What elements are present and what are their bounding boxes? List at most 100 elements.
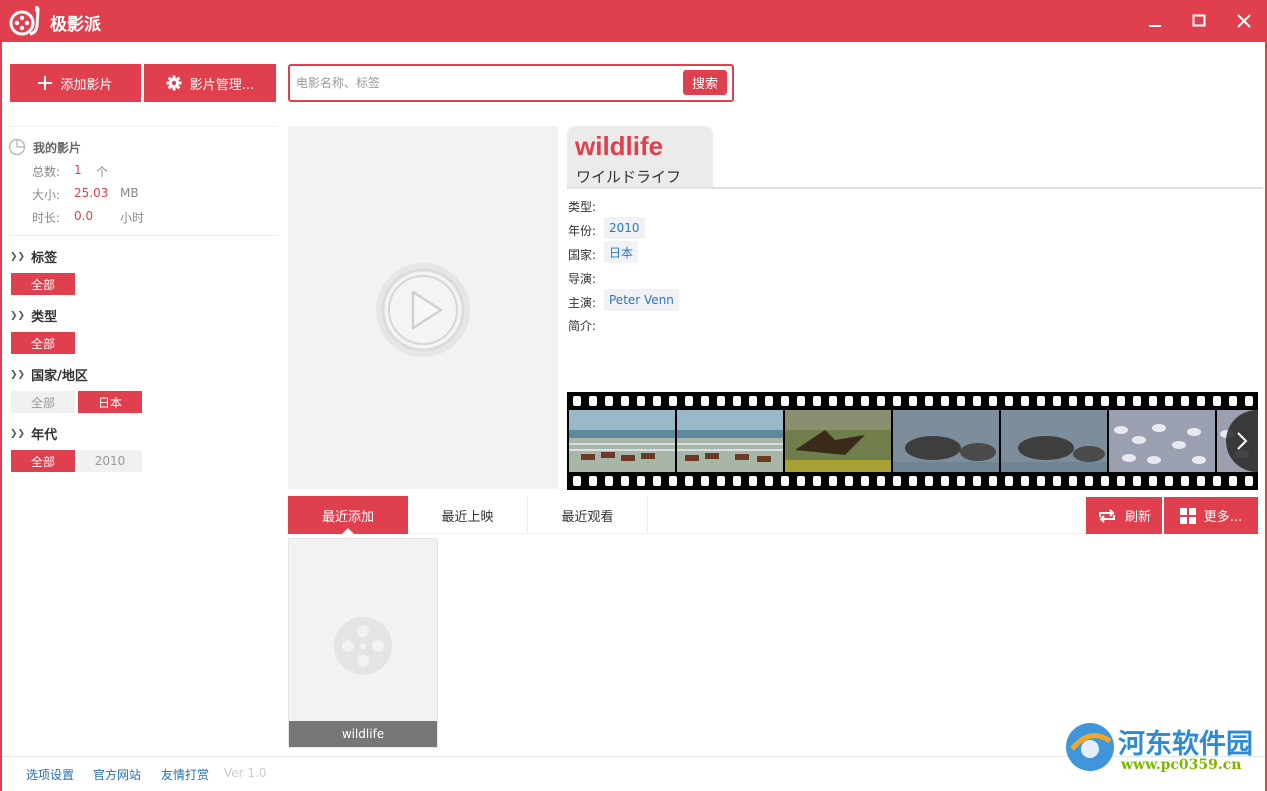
- settings-link[interactable]: 选项设置: [26, 766, 74, 783]
- film-hole: [1149, 396, 1157, 406]
- frame-thumbnail[interactable]: [677, 410, 783, 472]
- film-hole: [1165, 476, 1173, 486]
- title-underline: [567, 187, 1263, 189]
- film-hole: [1037, 396, 1045, 406]
- film-holes-top: [567, 394, 1258, 408]
- film-hole: [797, 476, 805, 486]
- gear-icon: [166, 75, 182, 91]
- film-hole: [765, 476, 773, 486]
- movie-title: wildlife: [575, 131, 664, 161]
- frame-thumbnail[interactable]: [569, 410, 675, 472]
- film-hole: [861, 396, 869, 406]
- director-label: 导演:: [568, 272, 597, 286]
- filter-type-heading[interactable]: ❯❯ 类型: [10, 306, 57, 325]
- minimize-icon: [1149, 25, 1161, 27]
- frame-thumbnail[interactable]: [1109, 410, 1215, 472]
- movie-poster[interactable]: [288, 126, 558, 489]
- film-hole: [1133, 476, 1141, 486]
- filter-tags-heading[interactable]: ❯❯ 标签: [10, 247, 57, 266]
- film-hole: [1181, 476, 1189, 486]
- film-hole: [1149, 476, 1157, 486]
- year-label: 年份:: [568, 224, 597, 238]
- filter-year-2010[interactable]: 2010: [78, 450, 142, 472]
- more-label: 更多...: [1203, 510, 1243, 525]
- watermark-name: 河东软件园: [1118, 729, 1253, 760]
- more-button[interactable]: 更多...: [1164, 497, 1258, 534]
- movie-title-tab: wildlife ワイルドライフ: [567, 126, 713, 188]
- tab-recently-released[interactable]: 最近上映: [408, 496, 528, 534]
- film-hole: [749, 396, 757, 406]
- film-hole: [621, 396, 629, 406]
- film-hole: [1197, 396, 1205, 406]
- search-input[interactable]: [296, 73, 676, 93]
- film-hole: [1069, 476, 1077, 486]
- stat-total: 总数: 1 个: [32, 163, 109, 179]
- film-hole: [941, 476, 949, 486]
- manage-movies-button[interactable]: 影片管理...: [144, 64, 276, 102]
- filter-country-all[interactable]: 全部: [11, 391, 75, 413]
- website-link[interactable]: 官方网站: [93, 766, 141, 783]
- film-reel-icon: [334, 617, 392, 675]
- country-value[interactable]: 日本: [604, 241, 639, 263]
- film-hole: [861, 476, 869, 486]
- film-hole: [701, 396, 709, 406]
- version-label: Ver 1.0: [224, 766, 267, 780]
- film-hole: [637, 476, 645, 486]
- film-hole: [637, 396, 645, 406]
- film-hole: [573, 396, 581, 406]
- film-hole: [765, 396, 773, 406]
- film-hole: [653, 476, 661, 486]
- tab-recently-watched[interactable]: 最近观看: [528, 496, 648, 534]
- year-value[interactable]: 2010: [604, 217, 645, 239]
- film-hole: [989, 396, 997, 406]
- film-hole: [589, 396, 597, 406]
- film-hole: [829, 396, 837, 406]
- film-hole: [669, 476, 677, 486]
- film-hole: [989, 476, 997, 486]
- film-hole: [685, 396, 693, 406]
- filter-country-heading[interactable]: ❯❯ 国家/地区: [10, 365, 88, 384]
- film-hole: [1197, 476, 1205, 486]
- film-hole: [813, 396, 821, 406]
- maximize-button[interactable]: [1184, 8, 1214, 34]
- film-hole: [669, 396, 677, 406]
- country-label: 国家:: [568, 248, 597, 262]
- film-hole: [1229, 476, 1237, 486]
- add-movie-label: 添加影片: [60, 77, 113, 93]
- donate-link[interactable]: 友情打赏: [161, 766, 209, 783]
- film-hole: [957, 476, 965, 486]
- filter-year-all[interactable]: 全部: [11, 450, 75, 472]
- film-hole: [1069, 396, 1077, 406]
- close-button[interactable]: [1229, 8, 1259, 34]
- frame-thumbnail[interactable]: [1001, 410, 1107, 472]
- filter-year-heading[interactable]: ❯❯ 年代: [10, 424, 57, 443]
- film-hole: [653, 396, 661, 406]
- film-hole: [1213, 396, 1221, 406]
- refresh-button[interactable]: 刷新: [1086, 497, 1162, 534]
- film-hole: [1133, 396, 1141, 406]
- filter-tag-all[interactable]: 全部: [11, 273, 75, 295]
- library-title: 我的影片: [33, 141, 82, 155]
- minimize-button[interactable]: [1140, 8, 1170, 34]
- chevron-down-icon: ❯❯: [10, 369, 26, 380]
- film-hole: [733, 476, 741, 486]
- filter-type-all[interactable]: 全部: [11, 332, 75, 354]
- film-hole: [957, 396, 965, 406]
- cast-value[interactable]: Peter Venn: [604, 289, 679, 311]
- film-holes-bottom: [567, 474, 1258, 488]
- add-movie-button[interactable]: 添加影片: [10, 64, 141, 102]
- screenshot-filmstrip: [567, 392, 1258, 490]
- frame-thumbnail[interactable]: [785, 410, 891, 472]
- film-hole: [909, 476, 917, 486]
- film-hole: [925, 476, 933, 486]
- film-hole: [1245, 396, 1253, 406]
- filter-country-japan[interactable]: 日本: [78, 391, 142, 413]
- movie-card[interactable]: wildlife: [288, 538, 438, 748]
- maximize-icon: [1192, 14, 1206, 27]
- movie-card-title: wildlife: [289, 721, 437, 747]
- film-hole: [925, 396, 933, 406]
- search-button[interactable]: 搜索: [683, 70, 727, 95]
- frame-thumbnail[interactable]: [893, 410, 999, 472]
- film-hole: [845, 396, 853, 406]
- film-hole: [973, 476, 981, 486]
